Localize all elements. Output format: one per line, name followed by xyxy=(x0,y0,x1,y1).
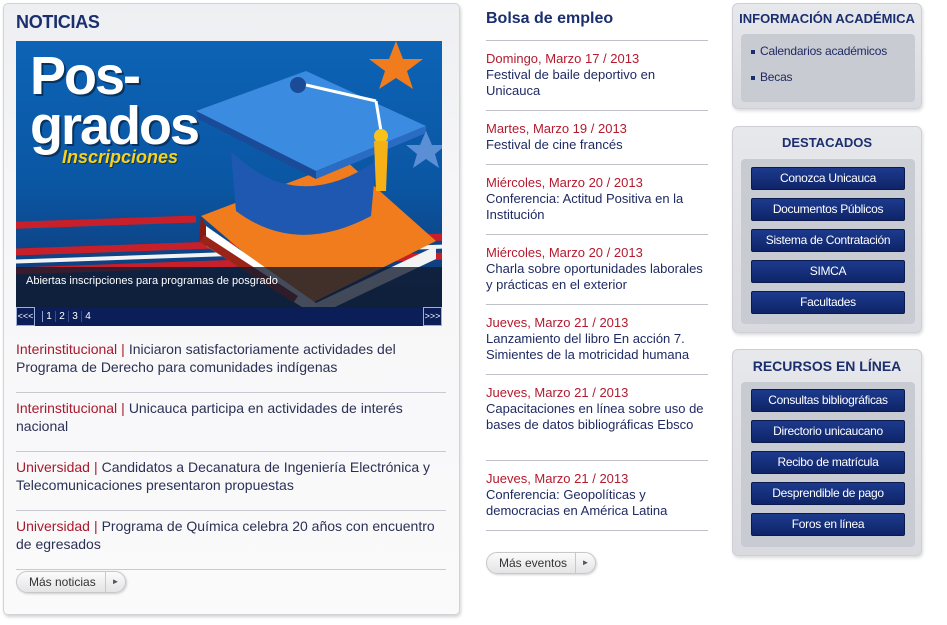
facultades-button[interactable]: Facultades xyxy=(751,291,905,314)
banner-headline: Pos- grados xyxy=(30,46,200,156)
banner-subheadline: Inscripciones xyxy=(62,147,179,167)
news-category[interactable]: Universidad xyxy=(16,459,90,475)
recibo-matricula-button[interactable]: Recibo de matrícula xyxy=(751,451,905,474)
event-item[interactable]: Jueves, Marzo 21 / 2013 Capacitaciones e… xyxy=(486,375,708,461)
sistema-contratacion-button[interactable]: Sistema de Contratación xyxy=(751,229,905,252)
banner-page-link[interactable]: 4 xyxy=(81,311,94,322)
event-date: Jueves, Marzo 21 / 2013 xyxy=(486,385,629,400)
news-category[interactable]: Interinstitucional xyxy=(16,400,117,416)
banner-headline-line1: Pos- xyxy=(30,46,141,106)
destacados-title: DESTACADOS xyxy=(781,135,873,150)
link-becas-label: Becas xyxy=(760,70,793,84)
banner-page-list: 1 2 3 4 xyxy=(42,311,94,322)
event-item[interactable]: Miércoles, Marzo 20 / 2013 Conferencia: … xyxy=(486,165,708,235)
news-separator: | xyxy=(121,400,125,416)
event-date: Jueves, Marzo 21 / 2013 xyxy=(486,315,629,330)
arrow-right-icon: ► xyxy=(575,553,595,573)
banner-page-link[interactable]: 2 xyxy=(55,311,68,322)
bolsa-empleo-panel: Bolsa de empleo Domingo, Marzo 17 / 2013… xyxy=(486,0,708,531)
destacados-box: DESTACADOS Conozca Unicauca Documentos P… xyxy=(732,126,922,333)
banner-pagination: <<< 1 2 3 4 >>> xyxy=(16,307,442,326)
event-date: Jueves, Marzo 21 / 2013 xyxy=(486,471,629,486)
news-item[interactable]: Interinstitucional | Iniciaron satisfactor… xyxy=(16,334,446,393)
event-date: Domingo, Marzo 17 / 2013 xyxy=(486,51,640,66)
more-events-label: Más eventos xyxy=(499,556,568,570)
arrow-right-icon: ► xyxy=(105,572,125,592)
link-calendarios-label: Calendarios académicos xyxy=(760,44,888,58)
noticias-title: NOTICIAS xyxy=(16,12,100,32)
news-item[interactable]: Universidad | Candidatos a Decanatura de I… xyxy=(16,452,446,511)
banner-next-button[interactable]: >>> xyxy=(423,307,442,326)
recursos-en-linea-box: RECURSOS EN LÍNEA Consultas bibliográfic… xyxy=(732,349,922,556)
directorio-unicaucano-button[interactable]: Directorio unicaucano xyxy=(751,420,905,443)
event-date: Martes, Marzo 19 / 2013 xyxy=(486,121,627,136)
consultas-bibliograficas-button[interactable]: Consultas bibliográficas xyxy=(751,389,905,412)
noticias-panel: NOTICIAS Pos- grados Inscripciones Abier… xyxy=(3,3,460,615)
banner-page-link[interactable]: 1 xyxy=(42,311,55,322)
news-item[interactable]: Universidad | Programa de Química celebra … xyxy=(16,511,446,570)
event-item[interactable]: Martes, Marzo 19 / 2013 Festival de cine… xyxy=(486,111,708,165)
simca-button[interactable]: SIMCA xyxy=(751,260,905,283)
banner-prev-button[interactable]: <<< xyxy=(16,307,35,326)
informacion-academica-links: Calendarios académicos Becas xyxy=(741,34,915,102)
news-category[interactable]: Interinstitucional xyxy=(16,341,117,357)
desprendible-pago-button[interactable]: Desprendible de pago xyxy=(751,482,905,505)
recursos-buttons: Consultas bibliográficas Directorio unic… xyxy=(741,382,915,547)
event-date: Miércoles, Marzo 20 / 2013 xyxy=(486,175,643,190)
news-separator: | xyxy=(121,341,125,357)
recursos-title: RECURSOS EN LÍNEA xyxy=(752,358,902,374)
bullet-icon xyxy=(751,75,755,80)
news-item[interactable]: Interinstitucional | Unicauca participa en… xyxy=(16,393,446,452)
more-news-button[interactable]: Más noticias ► xyxy=(16,571,126,593)
informacion-academica-box: INFORMACIÓN ACADÉMICA Calendarios académ… xyxy=(732,3,922,109)
more-events-button[interactable]: Más eventos ► xyxy=(486,552,596,574)
news-separator: | xyxy=(93,518,98,534)
event-title[interactable]: Lanzamiento del libro En acción 7. Simie… xyxy=(486,331,708,363)
documentos-publicos-button[interactable]: Documentos Públicos xyxy=(751,198,905,221)
event-title[interactable]: Conferencia: Geopolíticas y democracias … xyxy=(486,487,708,519)
banner-caption[interactable]: Abiertas inscripciones para programas de… xyxy=(16,267,442,307)
bullet-icon xyxy=(751,49,755,54)
news-separator: | xyxy=(93,459,98,475)
bolsa-title: Bolsa de empleo xyxy=(486,0,708,41)
event-item[interactable]: Jueves, Marzo 21 / 2013 Conferencia: Geo… xyxy=(486,461,708,531)
event-item[interactable]: Miércoles, Marzo 20 / 2013 Charla sobre … xyxy=(486,235,708,305)
informacion-academica-title: INFORMACIÓN ACADÉMICA xyxy=(739,11,915,26)
event-title[interactable]: Festival de baile deportivo en Unicauca xyxy=(486,67,708,99)
posgrados-banner[interactable]: Pos- grados Inscripciones Abiertas inscr… xyxy=(16,41,442,307)
more-news-label: Más noticias xyxy=(29,575,96,589)
news-category[interactable]: Universidad xyxy=(16,518,90,534)
news-list: Interinstitucional | Iniciaron satisfactor… xyxy=(16,334,446,570)
event-title[interactable]: Festival de cine francés xyxy=(486,137,708,153)
destacados-buttons: Conozca Unicauca Documentos Públicos Sis… xyxy=(741,159,915,324)
event-item[interactable]: Jueves, Marzo 21 / 2013 Lanzamiento del … xyxy=(486,305,708,375)
conozca-unicauca-button[interactable]: Conozca Unicauca xyxy=(751,167,905,190)
banner-headline-line2: grados xyxy=(30,96,200,156)
link-becas[interactable]: Becas xyxy=(741,64,915,90)
event-title[interactable]: Capacitaciones en línea sobre uso de bas… xyxy=(486,401,708,433)
event-title[interactable]: Conferencia: Actitud Positiva en la Inst… xyxy=(486,191,708,223)
event-date: Miércoles, Marzo 20 / 2013 xyxy=(486,245,643,260)
foros-en-linea-button[interactable]: Foros en línea xyxy=(751,513,905,536)
banner-page-link[interactable]: 3 xyxy=(68,311,81,322)
event-title[interactable]: Charla sobre oportunidades laborales y p… xyxy=(486,261,708,293)
event-item[interactable]: Domingo, Marzo 17 / 2013 Festival de bai… xyxy=(486,41,708,111)
link-calendarios[interactable]: Calendarios académicos xyxy=(741,38,915,64)
